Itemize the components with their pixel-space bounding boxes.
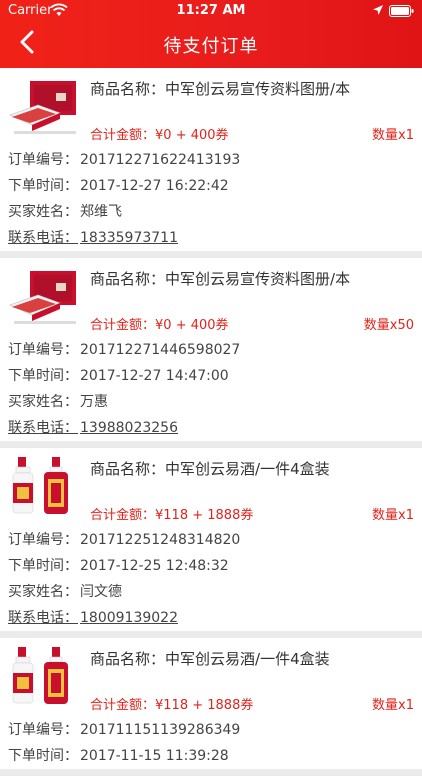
product-name: 商品名称：中军创云易酒/一件4盒装 <box>90 650 330 668</box>
product-name: 商品名称：中军创云易宣传资料图册/本 <box>90 80 351 98</box>
order-quantity: 数量x50 <box>363 318 414 333</box>
order-total: 合计金额：¥0 + 400券 <box>90 318 229 333</box>
order-time: 下单时间： 2017-11-15 11:39:28 <box>8 748 229 764</box>
product-name: 商品名称：中军创云易酒/一件4盒装 <box>90 460 330 478</box>
order-number: 订单编号： 201712271622413193 <box>8 152 241 168</box>
location-arrow-icon <box>373 5 383 15</box>
order-card[interactable]: 商品名称：中军创云易酒/一件4盒装 合计金额：¥118 + 1888券 数量x1… <box>0 448 422 631</box>
buyer-phone-link[interactable]: 联系电话： 18335973711 <box>8 225 414 251</box>
order-quantity: 数量x1 <box>372 698 414 713</box>
order-time: 下单时间： 2017-12-27 16:22:42 <box>8 178 229 194</box>
brochure-thumbnail <box>9 271 76 324</box>
order-card[interactable]: 商品名称：中军创云易宣传资料图册/本 合计金额：¥0 + 400券 数量x1 订… <box>0 68 422 251</box>
buyer-name: 买家姓名： 万惠 <box>8 394 108 410</box>
order-card[interactable]: 商品名称：中军创云易宣传资料图册/本 合计金额：¥0 + 400券 数量x50 … <box>0 258 422 441</box>
order-total: 合计金额：¥118 + 1888券 <box>90 698 254 713</box>
buyer-phone-link[interactable]: 联系电话： 13988023256 <box>8 415 414 441</box>
page-title: 待支付订单 <box>163 36 259 57</box>
nav-bar: Carrier 11:27 AM 待支付订单 <box>0 0 422 68</box>
order-quantity: 数量x1 <box>372 128 414 143</box>
order-number: 订单编号： 201711151139286349 <box>8 722 241 738</box>
product-name: 商品名称：中军创云易宣传资料图册/本 <box>90 270 351 288</box>
buyer-phone-link[interactable]: 联系电话： 18009139022 <box>8 605 414 631</box>
order-number: 订单编号： 201712271446598027 <box>8 342 241 358</box>
order-time: 下单时间： 2017-12-27 14:47:00 <box>8 368 229 384</box>
order-total: 合计金额：¥0 + 400券 <box>90 128 229 143</box>
order-list: 商品名称：中军创云易宣传资料图册/本 合计金额：¥0 + 400券 数量x1 订… <box>0 68 422 776</box>
liquor-thumbnail <box>12 457 68 514</box>
liquor-thumbnail <box>12 647 68 704</box>
order-quantity: 数量x1 <box>372 508 414 523</box>
order-card[interactable]: 商品名称：中军创云易酒/一件4盒装 合计金额：¥118 + 1888券 数量x1… <box>0 638 422 769</box>
order-number: 订单编号： 201712251248314820 <box>8 532 241 548</box>
battery-icon <box>389 5 414 17</box>
clock: 11:27 AM <box>176 3 246 18</box>
order-total: 合计金额：¥118 + 1888券 <box>90 508 254 523</box>
brochure-thumbnail <box>9 81 76 134</box>
buyer-name: 买家姓名： 闫文德 <box>8 584 122 600</box>
order-time: 下单时间： 2017-12-25 12:48:32 <box>8 558 229 574</box>
buyer-name: 买家姓名： 郑维飞 <box>8 204 122 220</box>
status-bar: Carrier 11:27 AM <box>0 0 422 22</box>
